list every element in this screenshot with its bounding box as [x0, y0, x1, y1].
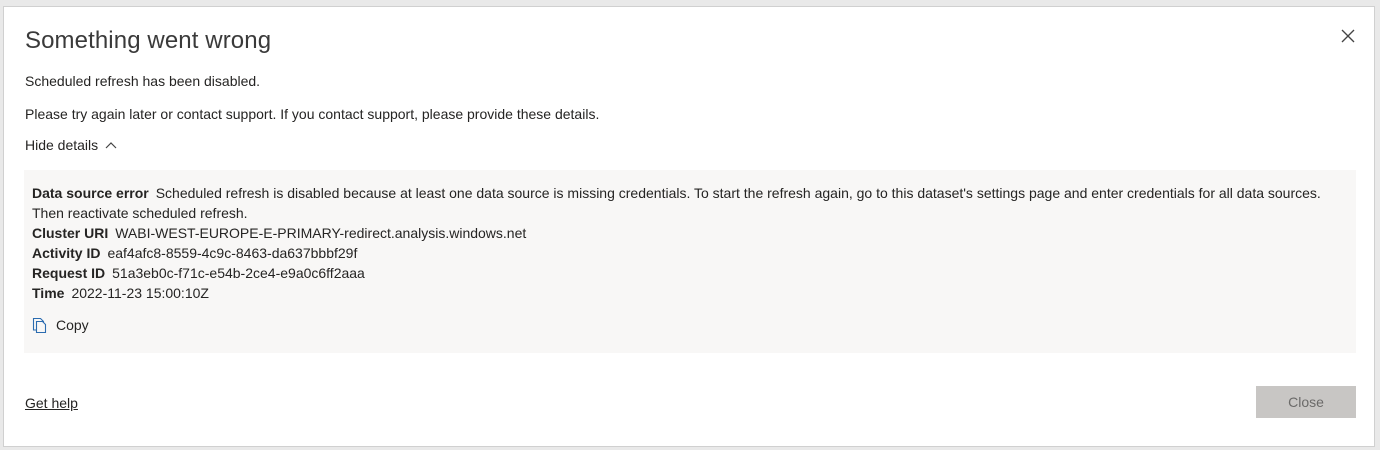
hide-details-label: Hide details: [25, 137, 99, 153]
cluster-uri-label: Cluster URI: [32, 225, 109, 241]
data-source-error-row: Data source error Scheduled refresh is di…: [32, 183, 1348, 223]
error-dialog: Something went wrong Scheduled refresh h…: [3, 6, 1375, 447]
support-message: Please try again later or contact suppor…: [25, 106, 600, 122]
copy-icon: [32, 317, 47, 333]
error-message: Scheduled refresh has been disabled.: [25, 73, 261, 89]
request-id-label: Request ID: [32, 265, 106, 281]
details-panel: Data source error Scheduled refresh is di…: [24, 170, 1356, 353]
hide-details-toggle[interactable]: Hide details: [25, 137, 117, 153]
time-value: 2022-11-23 15:00:10Z: [71, 285, 209, 301]
request-id-row: Request ID 51a3eb0c-f71c-e54b-2ce4-e9a0c6…: [32, 263, 1348, 283]
cluster-uri-value: WABI-WEST-EUROPE-E-PRIMARY-redirect.anal…: [115, 225, 527, 241]
time-label: Time: [32, 285, 65, 301]
dialog-title: Something went wrong: [25, 27, 272, 54]
activity-id-value: eaf4afc8-8559-4c9c-8463-da637bbbf29f: [107, 245, 358, 261]
copy-label: Copy: [56, 317, 89, 333]
close-icon[interactable]: [1339, 27, 1357, 45]
data-source-error-text: Scheduled refresh is disabled because at…: [32, 185, 1321, 221]
request-id-value: 51a3eb0c-f71c-e54b-2ce4-e9a0c6ff2aaa: [112, 265, 365, 281]
close-button[interactable]: Close: [1256, 386, 1356, 418]
data-source-error-label: Data source error: [32, 185, 149, 201]
cluster-uri-row: Cluster URI WABI-WEST-EUROPE-E-PRIMARY-re…: [32, 223, 1348, 243]
activity-id-row: Activity ID eaf4afc8-8559-4c9c-8463-da637…: [32, 243, 1348, 263]
time-row: Time 2022-11-23 15:00:10Z: [32, 283, 1348, 303]
copy-button[interactable]: Copy: [32, 315, 89, 335]
get-help-link[interactable]: Get help: [25, 395, 78, 411]
chevron-up-icon: [105, 142, 117, 149]
activity-id-label: Activity ID: [32, 245, 101, 261]
